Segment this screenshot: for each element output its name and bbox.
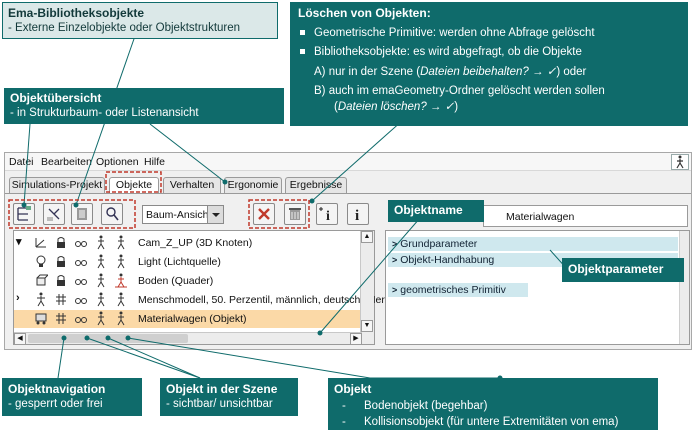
leader-line (319, 217, 421, 334)
callout-object: Objekt - Bodenobjekt (begehbar) - Kollisio… (328, 378, 658, 430)
callout-object-overview: Objektübersicht - in Strukturbaum- oder … (4, 88, 284, 124)
highlight-frame (248, 199, 310, 229)
callout-library-objects: Ema-Bibliotheksobjekte - Externe Einzelo… (2, 2, 278, 39)
leader-line (86, 337, 201, 379)
callout-object-in-scene: Objekt in der Szene - sichtbar/ unsichtb… (160, 378, 298, 416)
callout-object-navigation: Objektnavigation - gesperrt oder frei (2, 378, 142, 416)
leader-line (127, 337, 371, 379)
callout-delete-objects: Löschen von Objekten: Geometrische Primi… (290, 2, 688, 126)
leader-line (107, 337, 201, 379)
leader-line (23, 123, 31, 206)
callout-object-name: Objektname (388, 200, 484, 222)
leader-line (57, 337, 65, 379)
highlight-frame (8, 199, 136, 229)
callout-object-parameters: Objektparameter (562, 258, 684, 282)
highlight-frame (105, 171, 162, 193)
